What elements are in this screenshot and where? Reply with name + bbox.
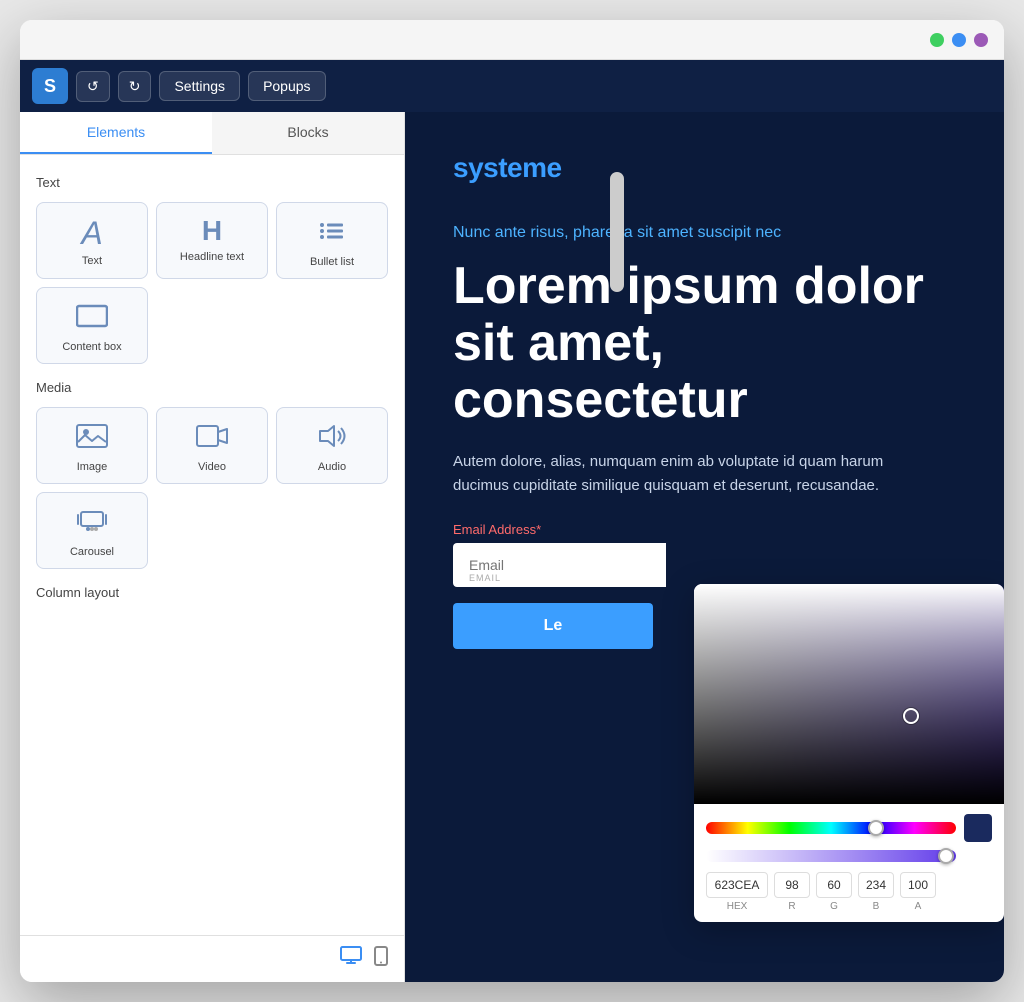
- dot-green[interactable]: [930, 33, 944, 47]
- section-title-media: Media: [36, 380, 388, 395]
- scrollbar[interactable]: [610, 172, 624, 292]
- audio-icon: [316, 422, 348, 455]
- element-headline[interactable]: H Headline text: [156, 202, 268, 279]
- element-carousel[interactable]: Carousel: [36, 492, 148, 569]
- undo-button[interactable]: ↺: [76, 71, 110, 102]
- carousel-icon: [76, 507, 108, 540]
- text-icon: A: [81, 217, 102, 249]
- media-elements-grid: Image Video: [36, 407, 388, 569]
- r-input-group: R: [774, 872, 810, 912]
- hex-label: HEX: [727, 901, 748, 912]
- cta-button[interactable]: Le: [453, 603, 653, 649]
- canvas-subtitle: Nunc ante risus, pharetra sit amet susci…: [453, 224, 956, 242]
- element-image[interactable]: Image: [36, 407, 148, 484]
- section-title-text: Text: [36, 175, 388, 190]
- tab-blocks[interactable]: Blocks: [212, 112, 404, 154]
- r-input[interactable]: [774, 872, 810, 898]
- hex-input[interactable]: [706, 872, 768, 898]
- text-elements-grid: A Text H Headline text: [36, 202, 388, 364]
- panel-footer: [20, 935, 404, 982]
- content-box-icon: [76, 302, 108, 335]
- hue-thumb[interactable]: [868, 820, 884, 836]
- a-input[interactable]: [900, 872, 936, 898]
- image-label: Image: [77, 461, 108, 473]
- opacity-slider[interactable]: [706, 850, 956, 862]
- redo-button[interactable]: ↻: [118, 71, 152, 102]
- canvas-logo: systeme: [453, 152, 956, 184]
- r-label: R: [788, 901, 795, 912]
- text-label: Text: [82, 255, 102, 267]
- toolbar: S ↺ ↻ Settings Popups: [20, 60, 1004, 112]
- element-content-box[interactable]: Content box: [36, 287, 148, 364]
- image-icon: [76, 422, 108, 455]
- dot-purple[interactable]: [974, 33, 988, 47]
- video-label: Video: [198, 461, 226, 473]
- section-title-column: Column layout: [36, 585, 388, 600]
- hue-slider[interactable]: [706, 822, 956, 834]
- color-circle[interactable]: [903, 708, 919, 724]
- app-window: S ↺ ↻ Settings Popups Elements Blocks Te…: [20, 20, 1004, 982]
- toolbar-logo: S: [32, 68, 68, 104]
- element-text[interactable]: A Text: [36, 202, 148, 279]
- dot-blue[interactable]: [952, 33, 966, 47]
- element-audio[interactable]: Audio: [276, 407, 388, 484]
- bullet-icon: [318, 217, 346, 250]
- element-video[interactable]: Video: [156, 407, 268, 484]
- content-box-label: Content box: [62, 341, 121, 353]
- carousel-label: Carousel: [70, 546, 114, 558]
- video-icon: [196, 422, 228, 455]
- main-area: Elements Blocks Text A Text H Headline: [20, 112, 1004, 982]
- color-inputs: HEX R G B: [706, 872, 992, 912]
- panel-tabs: Elements Blocks: [20, 112, 404, 155]
- a-input-group: A: [900, 872, 936, 912]
- g-input-group: G: [816, 872, 852, 912]
- b-input[interactable]: [858, 872, 894, 898]
- g-input[interactable]: [816, 872, 852, 898]
- color-picker: HEX R G B: [694, 584, 1004, 922]
- b-label: B: [873, 901, 880, 912]
- email-tag: EMAIL: [469, 573, 501, 583]
- left-panel: Elements Blocks Text A Text H Headline: [20, 112, 405, 982]
- title-bar: [20, 20, 1004, 60]
- tab-elements[interactable]: Elements: [20, 112, 212, 154]
- headline-icon: H: [202, 217, 222, 245]
- hue-slider-row: [706, 814, 992, 842]
- color-swatch: [964, 814, 992, 842]
- canvas-body: Autem dolore, alias, numquam enim ab vol…: [453, 450, 933, 498]
- opacity-thumb[interactable]: [938, 848, 954, 864]
- color-controls: HEX R G B: [694, 804, 1004, 922]
- color-gradient[interactable]: [694, 584, 1004, 804]
- mobile-icon[interactable]: [374, 946, 388, 972]
- window-controls: [930, 33, 988, 47]
- panel-content: Text A Text H Headline text: [20, 155, 404, 935]
- settings-button[interactable]: Settings: [159, 71, 240, 101]
- opacity-slider-row: [706, 850, 992, 862]
- canvas-title: Lorem ipsum dolor sit amet, consectetur: [453, 258, 956, 430]
- a-label: A: [915, 901, 922, 912]
- canvas-area: systeme Nunc ante risus, pharetra sit am…: [405, 112, 1004, 982]
- audio-label: Audio: [318, 461, 346, 473]
- bullet-label: Bullet list: [310, 256, 354, 268]
- popups-button[interactable]: Popups: [248, 71, 325, 101]
- b-input-group: B: [858, 872, 894, 912]
- hex-input-group: HEX: [706, 872, 768, 912]
- element-bullet[interactable]: Bullet list: [276, 202, 388, 279]
- headline-label: Headline text: [180, 251, 244, 263]
- g-label: G: [830, 901, 838, 912]
- canvas-email-label: Email Address*: [453, 522, 956, 537]
- desktop-icon[interactable]: [340, 946, 362, 972]
